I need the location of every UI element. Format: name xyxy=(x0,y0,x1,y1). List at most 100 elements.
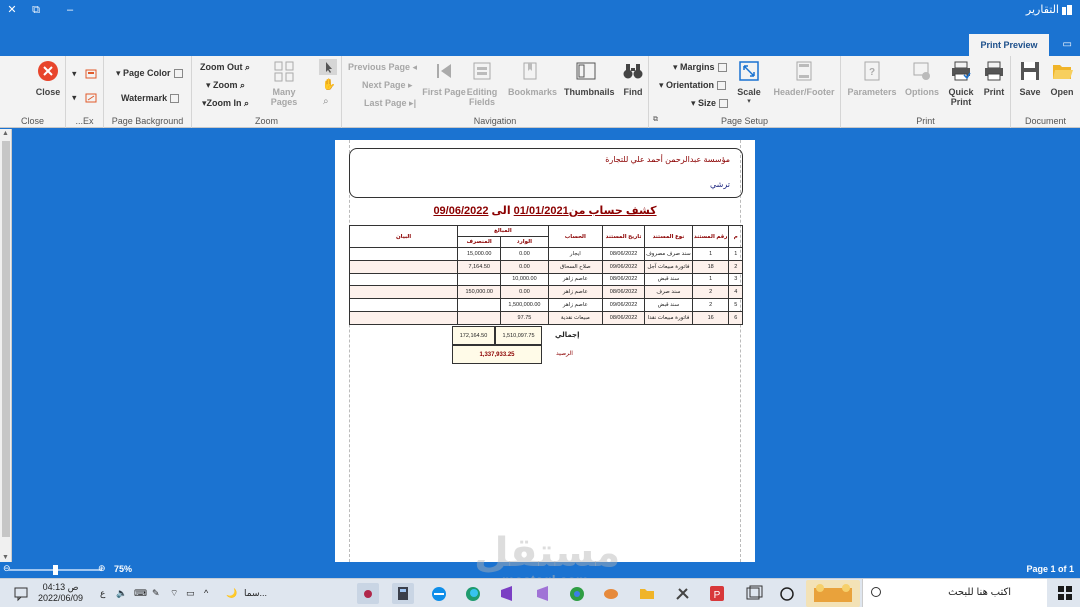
parameters-button[interactable]: ? Parameters xyxy=(847,60,897,97)
page-setup-launcher-icon[interactable]: ⧉ xyxy=(653,116,658,124)
edit-icon[interactable]: ✎ xyxy=(152,588,160,599)
margins-dropdown[interactable]: ▾ Margins xyxy=(673,62,727,73)
col-header-statement: البيان xyxy=(348,225,459,248)
header-footer-button[interactable]: Header/Footer xyxy=(771,60,837,97)
options-button[interactable]: Options xyxy=(899,60,945,97)
close-window-button[interactable]: ✕ xyxy=(2,3,22,17)
keyboard-icon[interactable]: ⌨ xyxy=(134,588,147,599)
magnifier-tool-icon[interactable]: ⌕ xyxy=(323,96,329,107)
print-button[interactable]: Print xyxy=(973,60,1015,97)
cortana-icon[interactable] xyxy=(776,583,798,604)
language-indicator[interactable]: ع xyxy=(100,588,105,599)
watermark-icon xyxy=(170,94,180,104)
taskbar-app-tools[interactable] xyxy=(672,583,694,604)
ribbon-options-icon[interactable]: ▭ xyxy=(1063,39,1072,50)
tray-expand-icon[interactable]: ^ xyxy=(204,588,208,598)
zoom-out-icon: ⌕ xyxy=(245,62,251,72)
many-pages-button[interactable]: Many Pages xyxy=(262,60,306,107)
editing-fields-icon xyxy=(473,62,491,80)
col-header-doc-date: تاريخ المستند xyxy=(602,225,645,248)
zoom-dropdown[interactable]: ▾ Zoom ⌕ xyxy=(206,80,245,91)
taskbar-search-box[interactable]: اكتب هنا للبحث xyxy=(862,579,1047,607)
taskbar-app-red-p[interactable]: P xyxy=(706,583,728,604)
windows-start-icon[interactable] xyxy=(1058,586,1072,600)
col-header-outgoing: المنصرف xyxy=(457,236,502,248)
printer-icon xyxy=(985,61,1003,81)
preview-area[interactable]: ▲ ▼ مؤسسة عبدالرحمن أحمد علي للتجارة ترش… xyxy=(0,129,1080,562)
export-group-label: ...Ex xyxy=(75,116,94,126)
hand-tool-icon[interactable]: ✋ xyxy=(322,78,336,91)
table-row: 3 1 سند قبض 08/06/2022 عاصم زاهر 10,000.00 xyxy=(348,272,743,287)
search-highlight-image[interactable] xyxy=(806,580,860,607)
volume-icon[interactable]: 🔈 xyxy=(116,588,127,599)
zoom-plus-icon[interactable]: ⊕ xyxy=(98,563,106,574)
zoom-out-button[interactable]: Zoom Out ⌕ xyxy=(200,62,250,73)
pointer-tool-icon[interactable] xyxy=(319,59,337,75)
totals-label: إجمالي xyxy=(555,332,580,339)
previous-page-icon: ◂ xyxy=(412,62,418,72)
page-color-icon xyxy=(173,69,183,79)
editing-fields-button[interactable]: Editing Fields xyxy=(460,60,504,107)
watermark-button[interactable]: Watermark xyxy=(121,93,180,104)
thumbnails-button[interactable]: Thumbnails xyxy=(564,60,615,97)
taskbar-app-chrome[interactable] xyxy=(566,583,588,604)
battery-icon[interactable]: ▭ xyxy=(186,588,195,599)
taskbar-app-edge[interactable] xyxy=(462,583,484,604)
send-button[interactable]: ▾ xyxy=(72,92,97,104)
last-page-button[interactable]: Last Page ▸| xyxy=(364,98,416,109)
taskbar-app-calculator[interactable] xyxy=(392,583,414,604)
zoom-in-button[interactable]: ▾Zoom In ⌕ xyxy=(202,98,249,109)
search-icon xyxy=(871,587,881,597)
weather-moon-icon[interactable]: 🌙 xyxy=(226,588,237,599)
zoom-slider-thumb[interactable] xyxy=(53,565,58,575)
page-setup-group-label: ⧉ Page Setup xyxy=(653,116,769,126)
send-icon xyxy=(85,93,97,103)
bookmarks-button[interactable]: Bookmarks xyxy=(508,60,557,97)
size-dropdown[interactable]: ▾ Size xyxy=(691,98,729,109)
taskbar-app-report[interactable] xyxy=(357,583,379,604)
title-bar: ✕ ⧉ – التقارير xyxy=(0,0,1080,34)
page-color-button[interactable]: ▾ Page Color xyxy=(116,68,183,79)
taskbar: 04:13 ص 2022/06/09 ع 🔈 ⌨ ✎ ⌔ ▭ ^ 🌙 سما..… xyxy=(0,578,1080,607)
previous-page-button[interactable]: Previous Page ◂ xyxy=(348,62,417,73)
taskbar-app-file-explorer[interactable] xyxy=(636,583,658,604)
scroll-up-icon[interactable]: ▲ xyxy=(2,130,9,137)
col-header-doc-no: رقم المستند xyxy=(691,225,730,248)
vertical-scrollbar[interactable]: ▲ ▼ xyxy=(0,129,12,562)
orientation-dropdown[interactable]: ▾ Orientation xyxy=(659,80,727,91)
save-icon xyxy=(1021,62,1039,80)
scrollbar-thumb[interactable] xyxy=(2,141,10,537)
taskbar-app-visual-studio-2[interactable] xyxy=(532,583,554,604)
notification-center-icon[interactable] xyxy=(10,583,32,604)
task-view-icon[interactable] xyxy=(742,583,764,604)
taskbar-app-visual-studio[interactable] xyxy=(496,583,518,604)
folder-open-icon xyxy=(1053,65,1073,79)
minimize-window-button[interactable]: – xyxy=(60,3,80,17)
ribbon-tab-row: Print Preview ▭ ⌄ xyxy=(0,34,1080,61)
table-row: 1 1 سند صرف مصروف 08/06/2022 ايجار 0.00 15,000… xyxy=(348,247,743,261)
taskbar-app-teamviewer[interactable] xyxy=(428,583,450,604)
wifi-icon[interactable]: ⌔ xyxy=(170,588,178,599)
taskbar-app-paint[interactable] xyxy=(600,583,622,604)
find-button[interactable]: Find xyxy=(612,60,654,97)
tab-print-preview[interactable]: Print Preview xyxy=(969,34,1049,56)
taskbar-clock[interactable]: 04:13 ص 2022/06/09 xyxy=(38,582,83,604)
options-icon xyxy=(913,62,930,80)
col-header-m: م xyxy=(728,225,743,248)
next-page-button[interactable]: Next Page ▸ xyxy=(362,80,413,91)
document-group-label: Document xyxy=(1024,116,1067,126)
thumbnails-icon xyxy=(576,62,596,80)
restore-window-button[interactable]: ⧉ xyxy=(26,3,46,17)
report-title: كشف حساب من01/01/2021 الى 09/06/2022 xyxy=(335,204,755,217)
orientation-icon xyxy=(717,81,727,91)
scale-button[interactable]: Scale ▾ xyxy=(727,60,771,107)
col-header-account: الحساب xyxy=(547,225,604,248)
export-button[interactable]: ▾ xyxy=(72,68,97,80)
open-button[interactable]: Open xyxy=(1043,60,1080,97)
weather-text[interactable]: سما... xyxy=(244,588,267,599)
margins-icon xyxy=(717,63,727,73)
zoom-group: Zoom Out ⌕ ▾ Zoom ⌕ ▾Zoom In ⌕ Many Page… xyxy=(192,56,342,128)
scroll-down-icon[interactable]: ▼ xyxy=(2,554,9,561)
close-preview-button[interactable]: Close xyxy=(26,60,70,97)
company-name: مؤسسة عبدالرحمن أحمد علي للتجارة xyxy=(605,155,730,164)
